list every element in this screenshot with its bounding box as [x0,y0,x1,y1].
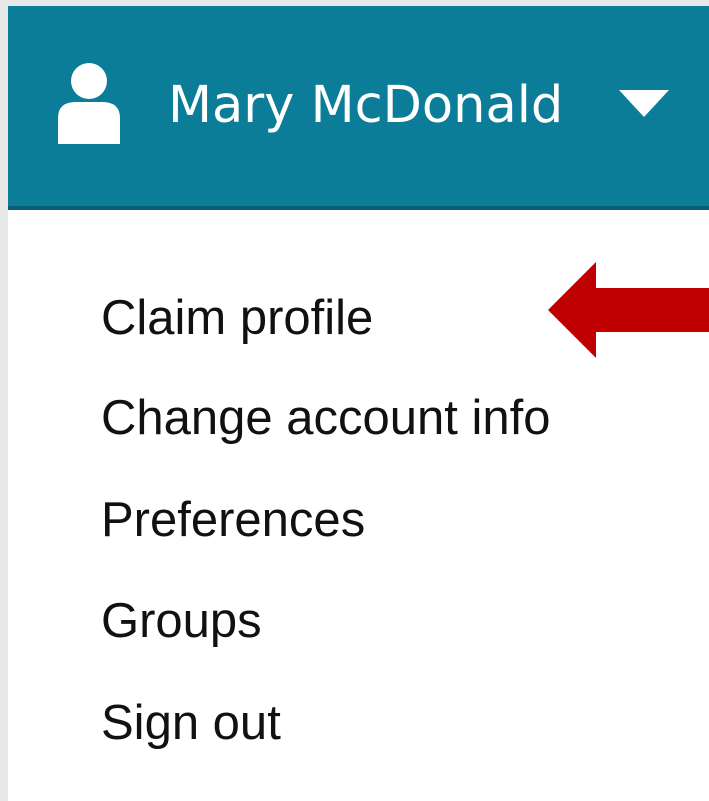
user-name[interactable]: Mary McDonald [168,76,563,136]
menu-item-claim-profile[interactable]: Claim profile [101,288,373,348]
menu-item-change-account-info[interactable]: Change account info [101,388,551,448]
left-arrow-icon [548,262,709,358]
caret-down-icon[interactable] [614,84,674,124]
menu-item-groups[interactable]: Groups [101,591,262,651]
account-header[interactable]: Mary McDonald [8,6,709,210]
menu-item-preferences[interactable]: Preferences [101,490,365,550]
user-icon [58,63,120,144]
menu-item-sign-out[interactable]: Sign out [101,693,281,753]
